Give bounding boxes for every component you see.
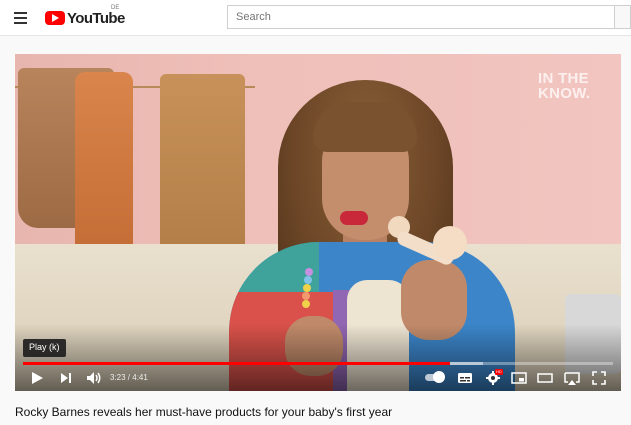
hamburger-menu-icon[interactable] — [10, 9, 32, 27]
miniplayer-button[interactable] — [510, 369, 528, 387]
subtitles-button[interactable] — [457, 369, 473, 387]
youtube-logo[interactable]: YouTube DE — [45, 5, 125, 29]
next-icon — [61, 373, 71, 383]
volume-button[interactable] — [85, 369, 103, 387]
airplay-icon — [564, 372, 580, 385]
play-button[interactable] — [29, 369, 45, 387]
video-frame-toy-bead — [303, 284, 311, 292]
next-button[interactable] — [59, 369, 73, 387]
video-frame-toy-bead — [304, 276, 312, 284]
video-frame-person-bangs — [313, 102, 417, 152]
autoplay-toggle[interactable] — [425, 369, 447, 387]
progress-played — [23, 362, 451, 365]
airplay-button[interactable] — [563, 369, 581, 387]
controls-gradient — [15, 324, 621, 391]
channel-watermark: IN THE KNOW. — [538, 70, 591, 102]
youtube-play-logo-icon — [45, 11, 65, 25]
top-bar: YouTube DE — [0, 0, 631, 36]
video-frame-toy-bead — [305, 268, 313, 276]
play-tooltip: Play (k) — [23, 339, 66, 357]
progress-bar[interactable] — [23, 362, 613, 365]
video-frame-toy-bead — [302, 292, 310, 300]
video-title: Rocky Barnes reveals her must-have produ… — [15, 405, 393, 419]
fullscreen-button[interactable] — [591, 369, 607, 387]
volume-icon — [87, 372, 101, 384]
subtitles-icon — [458, 373, 472, 383]
hd-badge: HD — [495, 369, 503, 375]
duration: 4:41 — [132, 373, 148, 382]
theater-icon — [537, 373, 553, 383]
miniplayer-icon — [511, 372, 527, 384]
search-input[interactable] — [228, 6, 614, 28]
video-frame-garment — [75, 72, 133, 257]
settings-button[interactable]: HD — [485, 369, 503, 387]
video-frame-toy-bead — [302, 300, 310, 308]
country-code: DE — [111, 5, 120, 11]
search-button[interactable] — [615, 5, 631, 29]
theater-mode-button[interactable] — [536, 369, 554, 387]
logo-text: YouTube — [67, 9, 125, 27]
time-display: 3:23 / 4:41 — [110, 373, 148, 382]
video-player[interactable]: IN THE KNOW. Play (k) 3:23 / 4:41 HD — [15, 54, 621, 391]
current-time: 3:23 — [110, 373, 126, 382]
play-icon — [32, 372, 43, 384]
video-frame-person-lips — [340, 211, 368, 225]
video-frame-rattle — [433, 226, 467, 260]
search-box — [227, 5, 615, 29]
fullscreen-icon — [592, 371, 606, 385]
